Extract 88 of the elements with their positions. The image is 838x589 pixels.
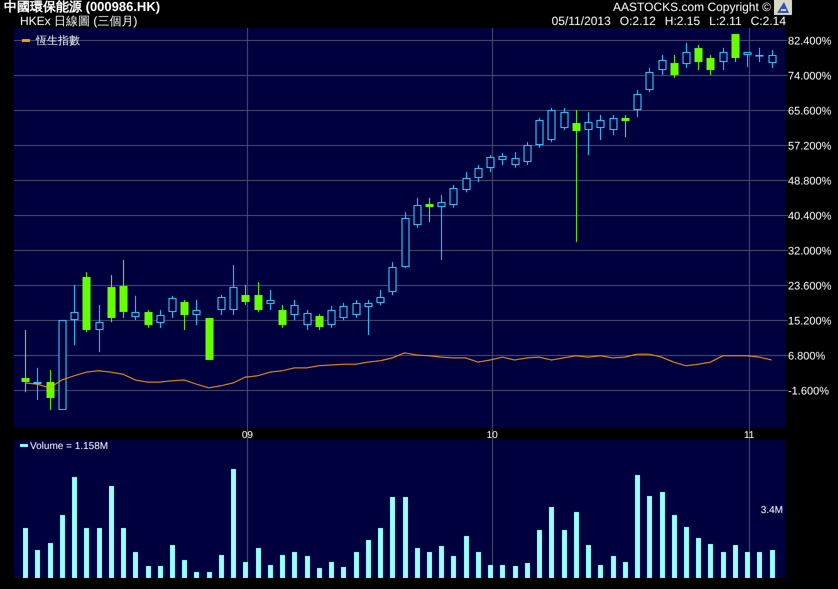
price-value: L:2.11 [709, 14, 742, 28]
candlestick [622, 114, 630, 138]
candlestick [426, 197, 434, 223]
candlestick [266, 290, 274, 310]
candlestick [512, 152, 520, 168]
candlestick [278, 304, 286, 328]
candlestick [720, 47, 728, 70]
axis-label: 11 [744, 430, 754, 440]
candlestick [414, 197, 422, 228]
candlestick [524, 142, 532, 166]
axis-label: 15.200% [788, 316, 832, 328]
candlestick [536, 117, 544, 148]
axis-label: 48.800% [788, 176, 832, 188]
legend-swatch [22, 39, 30, 42]
quote-date: 05/11/2013 [552, 14, 611, 28]
stock-title: 中國環保能源 (000986.HK) [4, 0, 160, 14]
candlestick [694, 44, 702, 70]
axis-label: 09 [242, 430, 253, 440]
candlestick [132, 295, 140, 320]
candlestick [402, 212, 410, 268]
chart-subtitle: HKEx 日線圖 (三個月) [19, 14, 138, 28]
axis-label: 57.200% [788, 140, 832, 152]
candlestick [744, 52, 752, 68]
candlestick [658, 54, 666, 76]
candlestick [304, 310, 312, 330]
candlestick [462, 172, 470, 193]
scale-label: 3.4M [760, 505, 783, 516]
candlestick [646, 67, 654, 93]
candlestick [82, 272, 90, 333]
axis-label: 40.400% [788, 210, 832, 222]
candlestick [682, 42, 690, 68]
candlestick [168, 295, 176, 318]
candlestick [120, 260, 128, 318]
price-value: H:2.15 [664, 14, 700, 28]
candlestick [230, 264, 238, 316]
candlestick [70, 284, 78, 346]
candlestick [584, 112, 592, 156]
candlestick [144, 310, 152, 328]
candlestick [768, 50, 776, 68]
candlestick [46, 370, 54, 410]
axis-label: 23.600% [788, 280, 832, 292]
candlestick [34, 367, 42, 400]
candlestick [218, 294, 226, 316]
candlestick [108, 274, 116, 323]
candlestick [192, 300, 200, 326]
axis-label: 32.000% [788, 246, 832, 258]
candlestick [388, 262, 396, 296]
candlestick [156, 310, 164, 328]
candlestick [498, 152, 506, 166]
candlestick [242, 284, 250, 306]
candlestick [316, 314, 324, 330]
axis-label: 74.000% [788, 70, 832, 82]
price-value: O:2.12 [620, 14, 656, 28]
candlestick [438, 194, 446, 260]
candlestick [486, 154, 494, 173]
candlestick [328, 305, 336, 328]
candlestick [206, 317, 214, 360]
candlestick [706, 54, 714, 76]
candlestick [364, 300, 372, 336]
axis-label: 10 [486, 430, 498, 440]
axis-label: -1.600% [788, 386, 829, 398]
candlestick [352, 300, 360, 318]
candlestick [596, 114, 604, 140]
candlestick [474, 164, 482, 183]
axis-label: 65.600% [788, 106, 832, 118]
candlestick [22, 330, 30, 393]
candlestick [450, 184, 458, 208]
legend-label: Volume = 1.158M [30, 441, 108, 452]
candlestick [290, 300, 298, 320]
candlestick [560, 107, 568, 130]
logo-icon [774, 0, 792, 14]
candlestick [254, 282, 262, 313]
candlestick [610, 114, 618, 136]
candlestick [634, 90, 642, 118]
candlestick [670, 54, 678, 78]
candlestick [376, 290, 384, 306]
candlestick [340, 302, 348, 320]
legend-label: 恆生指數 [36, 35, 80, 47]
axis-label: 6.800% [788, 350, 826, 362]
price-value: C:2.14 [750, 14, 786, 28]
candlestick [732, 34, 740, 63]
candlestick [96, 304, 104, 353]
legend-swatch [20, 444, 28, 447]
copyright-text: AASTOCKS.com Copyright © [612, 0, 771, 14]
candlestick [180, 300, 188, 330]
candlestick [548, 107, 556, 143]
axis-label: 82.400% [788, 36, 832, 48]
candlestick [756, 47, 764, 63]
